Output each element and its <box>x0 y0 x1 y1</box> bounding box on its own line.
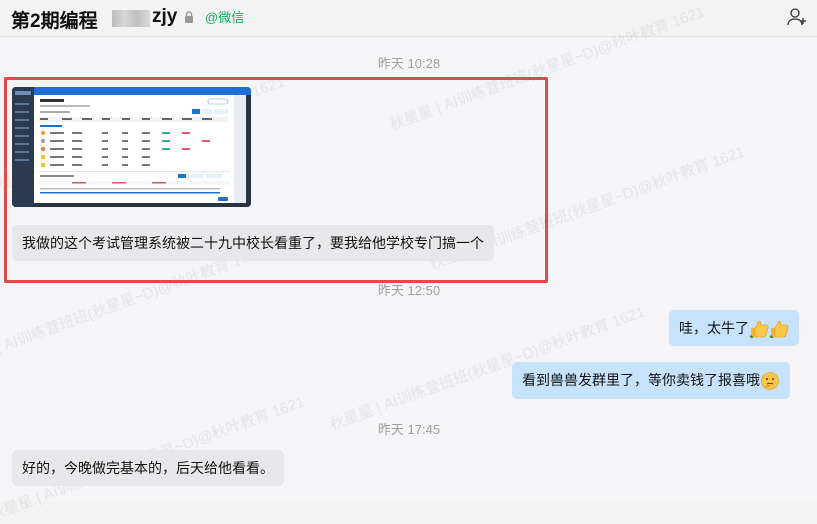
add-member-icon[interactable] <box>786 6 808 28</box>
thumbs-up-icon <box>749 320 769 339</box>
message-bubble[interactable]: 我做的这个考试管理系统被二十九中校长看重了，要我给他学校专门搞一个 <box>12 225 494 261</box>
chat-area[interactable]: 秋星星 | AI训练营班班(秋星星~D)@秋叶教育 1621 秋星星 | AI训… <box>0 3 817 524</box>
chat-title[interactable]: 第2期编程 <box>11 6 98 33</box>
chat-header: 第2期编程 zjy @微信 <box>0 0 817 37</box>
message-bubble-right[interactable]: 哇，太牛了 <box>669 310 799 347</box>
timestamp: 昨天 10:28 <box>377 56 441 71</box>
message-text: 哇，太牛了 <box>679 320 749 336</box>
timestamp: 昨天 17:45 <box>377 422 441 437</box>
timestamp: 昨天 12:50 <box>377 283 441 298</box>
thinking-face-icon <box>761 372 779 391</box>
message-image[interactable] <box>12 87 251 207</box>
message-bubble-right[interactable]: 看到兽兽发群里了，等你卖钱了报喜哦 <box>512 362 790 400</box>
wechat-tag: @微信 <box>205 10 245 25</box>
lock-icon <box>185 11 193 23</box>
message-bubble[interactable]: 好的，今晚做完基本的，后天给他看看。 <box>12 450 284 486</box>
redacted-name <box>112 10 150 27</box>
chat-title-suffix[interactable]: zjy <box>152 6 177 28</box>
message-text: 看到兽兽发群里了，等你卖钱了报喜哦 <box>522 372 760 388</box>
exam-system-preview <box>12 87 251 207</box>
thumbs-up-icon <box>769 320 789 339</box>
